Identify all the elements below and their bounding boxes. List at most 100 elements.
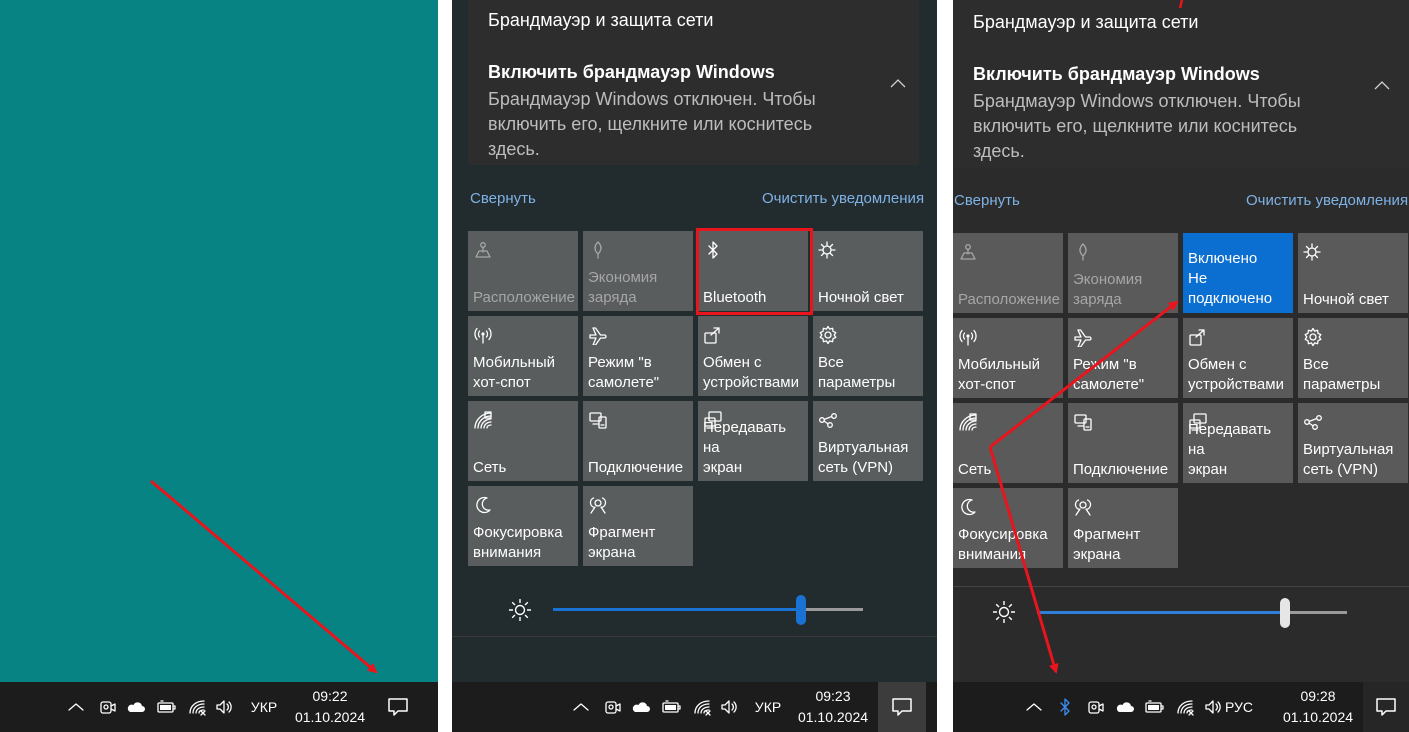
- quick-action-settings-tile[interactable]: Все параметры: [813, 316, 923, 396]
- brightness-slider-thumb[interactable]: [796, 595, 806, 625]
- quick-action-airplane-tile[interactable]: Режим "в самолете": [583, 316, 693, 396]
- quick-action-focus-assist-tile[interactable]: Фокусировка внимания: [953, 488, 1063, 568]
- language-indicator[interactable]: РУС: [1222, 682, 1256, 732]
- taskbar-clock[interactable]: 09:22 01.10.2024: [290, 682, 370, 732]
- quick-action-label: Фокусировка внимания: [958, 526, 1048, 563]
- action-center-button[interactable]: [375, 682, 421, 732]
- firewall-notification[interactable]: Брандмауэр и защита сети Включить брандм…: [468, 0, 919, 165]
- taskbar: УКР 09:22 01.10.2024: [0, 682, 438, 732]
- collapse-link[interactable]: Свернуть: [954, 192, 1020, 209]
- quick-action-hotspot-tile[interactable]: Мобильный хот-спот: [468, 316, 578, 396]
- nearby-share-icon: [704, 327, 720, 344]
- meet-now-icon: [1088, 701, 1104, 714]
- tray-volume-button[interactable]: [213, 682, 235, 732]
- tray-onedrive-button[interactable]: [125, 682, 147, 732]
- tray-wifi-button[interactable]: [1174, 682, 1196, 732]
- quick-action-location-tile[interactable]: Расположение: [953, 233, 1063, 313]
- notification-source: Брандмауэр и защита сети: [973, 12, 1199, 32]
- nearby-share-icon: [1189, 329, 1205, 346]
- quick-action-project-tile[interactable]: Передавать на экран: [698, 401, 808, 481]
- clear-notifications-link[interactable]: Очистить уведомления: [762, 190, 924, 207]
- tray-chevron-up-button[interactable]: [570, 682, 592, 732]
- panel-divider: [452, 636, 937, 637]
- tray-onedrive-button[interactable]: [1114, 682, 1136, 732]
- quick-action-screen-snip-tile[interactable]: Фрагмент экрана: [1068, 488, 1178, 568]
- action-center-button[interactable]: [878, 682, 926, 732]
- bluetooth-icon: [1060, 698, 1070, 716]
- quick-action-vpn-tile[interactable]: Виртуальная сеть (VPN): [813, 401, 923, 481]
- quick-action-connect-tile[interactable]: Подключение: [1068, 403, 1178, 483]
- tray-chevron-up-button[interactable]: [1023, 682, 1045, 732]
- tray-bluetooth-button[interactable]: [1054, 682, 1076, 732]
- language-indicator[interactable]: УКР: [751, 682, 785, 732]
- quick-action-label: Мобильный хот-спот: [473, 354, 555, 391]
- taskbar-clock[interactable]: 09:23 01.10.2024: [793, 682, 873, 732]
- chevron-up-icon[interactable]: [890, 78, 906, 88]
- quick-action-label: Подключение: [1073, 461, 1169, 478]
- clear-notifications-link[interactable]: Очистить уведомления: [1246, 192, 1408, 209]
- focus-assist-icon: [476, 496, 491, 514]
- quick-action-night-light-tile[interactable]: Ночной свет: [1298, 233, 1408, 313]
- taskbar-clock[interactable]: 09:28 01.10.2024: [1278, 682, 1358, 732]
- chevron-up-icon: [573, 703, 589, 711]
- collapse-link[interactable]: Свернуть: [470, 190, 536, 207]
- battery-saver-icon: [594, 241, 602, 259]
- firewall-notification[interactable]: Брандмауэр и защита сети Включить брандм…: [953, 0, 1409, 167]
- quick-action-network-tile[interactable]: Сеть: [468, 401, 578, 481]
- language-indicator[interactable]: УКР: [247, 682, 281, 732]
- settings-icon: [819, 325, 837, 345]
- tray-battery-button[interactable]: [1143, 682, 1165, 732]
- action-center-icon: [892, 698, 912, 716]
- battery-saver-icon: [1079, 243, 1087, 261]
- quick-action-battery-saver-tile[interactable]: Экономия заряда: [583, 231, 693, 311]
- tray-volume-button[interactable]: [718, 682, 740, 732]
- quick-action-label: Экономия заряда: [588, 269, 658, 306]
- battery-icon: [157, 700, 176, 713]
- quick-action-connect-tile[interactable]: Подключение: [583, 401, 693, 481]
- quick-action-airplane-tile[interactable]: Режим "в самолете": [1068, 318, 1178, 398]
- chevron-up-icon: [1026, 703, 1042, 711]
- quick-action-focus-assist-tile[interactable]: Фокусировка внимания: [468, 486, 578, 566]
- quick-action-project-tile[interactable]: Передавать на экран: [1183, 403, 1293, 483]
- tray-onedrive-button[interactable]: [630, 682, 652, 732]
- notification-title: Включить брандмауэр Windows: [973, 64, 1260, 84]
- onedrive-icon: [127, 702, 145, 712]
- quick-action-settings-tile[interactable]: Все параметры: [1298, 318, 1408, 398]
- hotspot-icon: [959, 329, 977, 346]
- brightness-slider-fill: [1037, 611, 1285, 614]
- chevron-up-icon[interactable]: [1374, 80, 1390, 90]
- quick-action-label: Сеть: [958, 461, 992, 478]
- tray-meet-now-button[interactable]: [96, 682, 118, 732]
- quick-action-vpn-tile[interactable]: Виртуальная сеть (VPN): [1298, 403, 1408, 483]
- action-center-panel-before: Брандмауэр и защита сети Включить брандм…: [452, 0, 937, 732]
- panel-divider: [953, 586, 1409, 587]
- tray-chevron-up-button[interactable]: [65, 682, 87, 732]
- focus-assist-icon: [961, 498, 976, 516]
- tray-volume-button[interactable]: [1202, 682, 1224, 732]
- tray-battery-button[interactable]: [155, 682, 177, 732]
- action-center-icon: [388, 698, 408, 716]
- quick-action-hotspot-tile[interactable]: Мобильный хот-спот: [953, 318, 1063, 398]
- tray-meet-now-button[interactable]: [601, 682, 623, 732]
- quick-action-label: Расположение: [958, 291, 1060, 308]
- quick-action-nearby-share-tile[interactable]: Обмен с устройствами: [1183, 318, 1293, 398]
- settings-icon: [1304, 327, 1322, 347]
- quick-action-nearby-share-tile[interactable]: Обмен с устройствами: [698, 316, 808, 396]
- tray-wifi-button[interactable]: [186, 682, 208, 732]
- quick-action-label: Все параметры: [1303, 356, 1381, 393]
- quick-action-network-tile[interactable]: Сеть: [953, 403, 1063, 483]
- action-center-button[interactable]: [1363, 682, 1409, 732]
- quick-action-bluetooth-tile[interactable]: Включено Не подключено: [1183, 233, 1293, 313]
- quick-action-night-light-tile[interactable]: Ночной свет: [813, 231, 923, 311]
- brightness-slider[interactable]: [553, 595, 863, 625]
- brightness-slider[interactable]: [1037, 598, 1347, 628]
- quick-action-battery-saver-tile[interactable]: Экономия заряда: [1068, 233, 1178, 313]
- quick-action-screen-snip-tile[interactable]: Фрагмент экрана: [583, 486, 693, 566]
- brightness-icon: [993, 601, 1015, 623]
- tray-battery-button[interactable]: [660, 682, 682, 732]
- tray-meet-now-button[interactable]: [1084, 682, 1106, 732]
- tray-wifi-button[interactable]: [691, 682, 713, 732]
- brightness-slider-thumb[interactable]: [1280, 598, 1290, 628]
- quick-action-label: Включено Не подключено: [1188, 250, 1273, 307]
- quick-action-location-tile[interactable]: Расположение: [468, 231, 578, 311]
